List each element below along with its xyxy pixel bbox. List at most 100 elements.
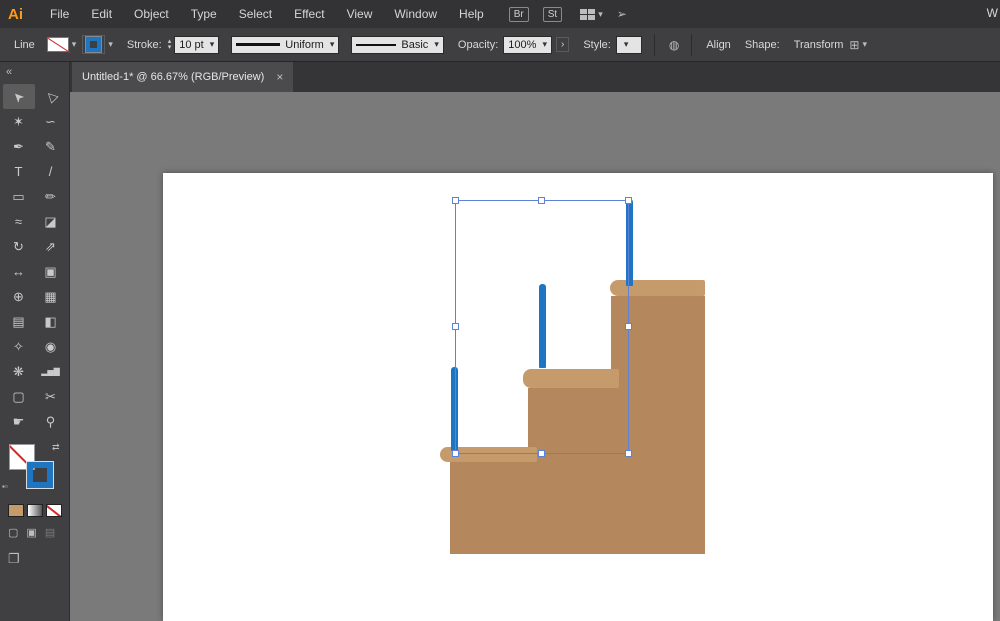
curvature-tool[interactable]: ✎ bbox=[35, 134, 67, 159]
artboard[interactable] bbox=[163, 173, 993, 621]
rectangle-tool-icon: ▭ bbox=[12, 189, 24, 205]
stroke-weight-stepper[interactable]: ▴▾ bbox=[168, 39, 172, 51]
rotate-tool[interactable]: ↻ bbox=[3, 234, 35, 259]
hand-tool[interactable]: ☛ bbox=[3, 409, 35, 434]
workspace-label-partial: W bbox=[987, 6, 998, 20]
zoom-tool[interactable]: ⚲ bbox=[35, 409, 67, 434]
stroke-chevron-icon[interactable]: ▾ bbox=[108, 39, 113, 50]
shape-builder-tool-icon: ⊕ bbox=[13, 289, 24, 305]
screen-mode-button[interactable]: ❐ bbox=[8, 551, 69, 567]
menu-object[interactable]: Object bbox=[123, 7, 180, 21]
shaper-tool-icon: ≈ bbox=[15, 214, 22, 229]
menu-select[interactable]: Select bbox=[228, 7, 283, 21]
line-segment-tool[interactable]: / bbox=[35, 159, 67, 184]
opacity-panel-button[interactable]: › bbox=[556, 37, 569, 52]
lasso-tool[interactable]: ∽ bbox=[35, 109, 67, 134]
style-dropdown[interactable]: ▾ bbox=[616, 36, 642, 54]
gradient-tool[interactable]: ◧ bbox=[35, 309, 67, 334]
close-tab-icon[interactable]: × bbox=[276, 70, 283, 84]
default-fill-stroke-icon[interactable]: ▪▫ bbox=[2, 482, 8, 491]
artboard-tool-icon: ▢ bbox=[12, 389, 24, 405]
fill-color-swatch[interactable] bbox=[47, 37, 69, 52]
perspective-grid-tool[interactable]: ▦ bbox=[35, 284, 67, 309]
menu-type[interactable]: Type bbox=[180, 7, 228, 21]
eyedropper-tool-icon: ✧ bbox=[13, 339, 24, 355]
menu-edit[interactable]: Edit bbox=[80, 7, 123, 21]
selection-handle-ne[interactable] bbox=[625, 197, 632, 204]
stroke-color-swatch[interactable] bbox=[82, 35, 105, 54]
transform-button[interactable]: Transform bbox=[794, 39, 844, 51]
canvas-area[interactable] bbox=[70, 92, 1000, 621]
magic-wand-tool[interactable]: ✶ bbox=[3, 109, 35, 134]
transform-widget-icon[interactable]: ⊞ bbox=[849, 38, 859, 52]
shape-builder-tool[interactable]: ⊕ bbox=[3, 284, 35, 309]
width-tool[interactable]: ↔ bbox=[3, 259, 35, 284]
shaper-tool[interactable]: ≈ bbox=[3, 209, 35, 234]
blend-tool[interactable]: ◉ bbox=[35, 334, 67, 359]
opacity-label: Opacity: bbox=[458, 39, 498, 51]
align-button[interactable]: Align bbox=[706, 39, 730, 51]
collapse-panel-button[interactable]: « bbox=[0, 62, 69, 78]
pen-tool-icon: ✒ bbox=[13, 139, 24, 155]
opacity-field[interactable]: 100% ▾ bbox=[503, 36, 552, 54]
brush-definition-dropdown[interactable]: Basic ▾ bbox=[351, 36, 444, 54]
mesh-tool-icon: ▤ bbox=[12, 314, 24, 330]
selection-tool[interactable]: ➤ bbox=[3, 84, 35, 109]
paintbrush-tool[interactable]: ✏ bbox=[35, 184, 67, 209]
color-button[interactable] bbox=[8, 504, 24, 517]
selection-handle-s[interactable] bbox=[538, 450, 545, 457]
bridge-button[interactable]: Br bbox=[509, 7, 529, 22]
symbol-sprayer-tool-icon: ❋ bbox=[13, 364, 24, 380]
stroke-proxy-blue[interactable] bbox=[27, 462, 53, 488]
selection-handle-w[interactable] bbox=[452, 323, 459, 330]
swap-fill-stroke-icon[interactable]: ⇄ bbox=[52, 442, 60, 453]
mesh-tool[interactable]: ▤ bbox=[3, 309, 35, 334]
stair-base-block[interactable] bbox=[450, 461, 705, 554]
selection-handle-sw[interactable] bbox=[452, 450, 459, 457]
menu-file[interactable]: File bbox=[39, 7, 80, 21]
document-tab[interactable]: Untitled-1* @ 66.67% (RGB/Preview) × bbox=[72, 62, 293, 92]
chevron-down-icon[interactable]: ▾ bbox=[598, 9, 603, 20]
lasso-tool-icon: ∽ bbox=[45, 114, 56, 130]
symbol-sprayer-tool[interactable]: ❋ bbox=[3, 359, 35, 384]
eraser-tool[interactable]: ◪ bbox=[35, 209, 67, 234]
draw-inside-mode-button[interactable]: ▤ bbox=[45, 526, 55, 539]
gradient-button[interactable] bbox=[27, 504, 43, 517]
artboard-tool[interactable]: ▢ bbox=[3, 384, 35, 409]
free-transform-tool[interactable]: ▣ bbox=[35, 259, 67, 284]
stroke-weight-field[interactable]: 10 pt ▾ bbox=[174, 36, 219, 54]
recolor-artwork-icon[interactable]: ◍ bbox=[669, 38, 679, 52]
scale-tool[interactable]: ⇗ bbox=[35, 234, 67, 259]
width-profile-dropdown[interactable]: Uniform ▾ bbox=[231, 36, 339, 54]
menu-window[interactable]: Window bbox=[383, 7, 448, 21]
selection-handle-se[interactable] bbox=[625, 450, 632, 457]
gradient-tool-icon: ◧ bbox=[44, 314, 56, 330]
zoom-tool-icon: ⚲ bbox=[46, 414, 56, 430]
selection-handle-n[interactable] bbox=[538, 197, 545, 204]
slice-tool[interactable]: ✂ bbox=[35, 384, 67, 409]
eyedropper-tool[interactable]: ✧ bbox=[3, 334, 35, 359]
selection-handle-nw[interactable] bbox=[452, 197, 459, 204]
selection-handle-e[interactable] bbox=[625, 323, 632, 330]
fill-chevron-icon[interactable]: ▾ bbox=[72, 39, 77, 50]
draw-normal-mode-button[interactable]: ▢ bbox=[8, 526, 18, 539]
document-tab-strip: Untitled-1* @ 66.67% (RGB/Preview) × bbox=[70, 62, 1000, 92]
draw-behind-mode-button[interactable]: ▣ bbox=[26, 526, 36, 539]
transform-chevron-icon[interactable]: ▾ bbox=[862, 39, 867, 50]
menu-effect[interactable]: Effect bbox=[283, 7, 335, 21]
menu-view[interactable]: View bbox=[336, 7, 384, 21]
style-label: Style: bbox=[583, 39, 611, 51]
stock-button[interactable]: St bbox=[543, 7, 562, 22]
rectangle-tool[interactable]: ▭ bbox=[3, 184, 35, 209]
tools-grid: ➤▷✶ ∽ ✒ ✎T/ ▭ ✏ ≈ ◪↻⇗↔▣ ⊕ ▦ ▤ ◧ ✧ ◉ ❋ ▂▅▇ ▢ ✂☛ ⚲ bbox=[0, 84, 69, 434]
direct-selection-tool[interactable]: ▷ bbox=[35, 84, 67, 109]
menu-help[interactable]: Help bbox=[448, 7, 495, 21]
selection-bounding-box[interactable] bbox=[455, 200, 629, 454]
gpu-performance-icon[interactable]: ➢ bbox=[617, 7, 627, 21]
type-tool[interactable]: T bbox=[3, 159, 35, 184]
column-graph-tool-icon: ▂▅▇ bbox=[41, 367, 59, 376]
none-button[interactable] bbox=[46, 504, 62, 517]
column-graph-tool[interactable]: ▂▅▇ bbox=[35, 359, 67, 384]
arrange-documents-icon[interactable] bbox=[580, 9, 595, 20]
pen-tool[interactable]: ✒ bbox=[3, 134, 35, 159]
